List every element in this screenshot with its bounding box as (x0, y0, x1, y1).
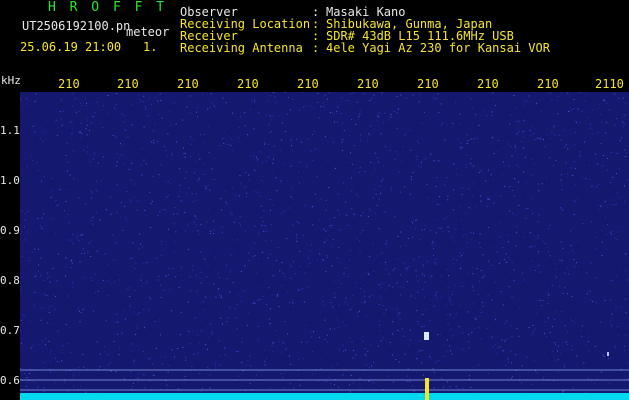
y-tick-label: 0.6 (0, 374, 20, 387)
y-tick-label: 0.7 (0, 324, 20, 337)
datetime: 25.06.19 21:00 (20, 40, 122, 54)
app-title: H R O F F T (48, 0, 168, 15)
x-tick-label: 210 (417, 77, 439, 91)
y-tick-label: 1.0 (0, 174, 20, 187)
x-tick-label: 2110 (595, 77, 624, 91)
spectrogram (0, 80, 629, 400)
mode-label: meteor (126, 25, 170, 39)
field-label-antenna: Receiving Antenna (180, 41, 303, 55)
meteor-echo-head (424, 332, 429, 340)
info-header: H R O F F T UT2506192100.pn meteor 25.06… (0, 0, 629, 75)
x-tick-label: 210 (297, 77, 319, 91)
x-tick-label: 210 (177, 77, 199, 91)
baseline-band (20, 393, 629, 400)
meteor-echo-small (607, 352, 609, 356)
x-tick-label: 210 (477, 77, 499, 91)
field-value-antenna: 4ele Yagi Az 230 for Kansai VOR (326, 41, 550, 55)
index-label: 1. (143, 40, 158, 54)
filename: UT2506192100.pn (22, 19, 131, 33)
x-tick-label: 210 (537, 77, 559, 91)
x-axis-labels: 210 210 210 210 210 210 210 210 210 2110 (0, 78, 629, 92)
meteor-echo-trace (425, 378, 429, 400)
x-tick-label: 210 (237, 77, 259, 91)
y-tick-label: 1.1 (0, 124, 20, 137)
x-tick-label: 210 (357, 77, 379, 91)
y-tick-label: 0.8 (0, 274, 20, 287)
y-tick-label: 0.9 (0, 224, 20, 237)
field-sep: : (312, 41, 320, 55)
x-tick-label: 210 (117, 77, 139, 91)
x-tick-label: 210 (58, 77, 80, 91)
